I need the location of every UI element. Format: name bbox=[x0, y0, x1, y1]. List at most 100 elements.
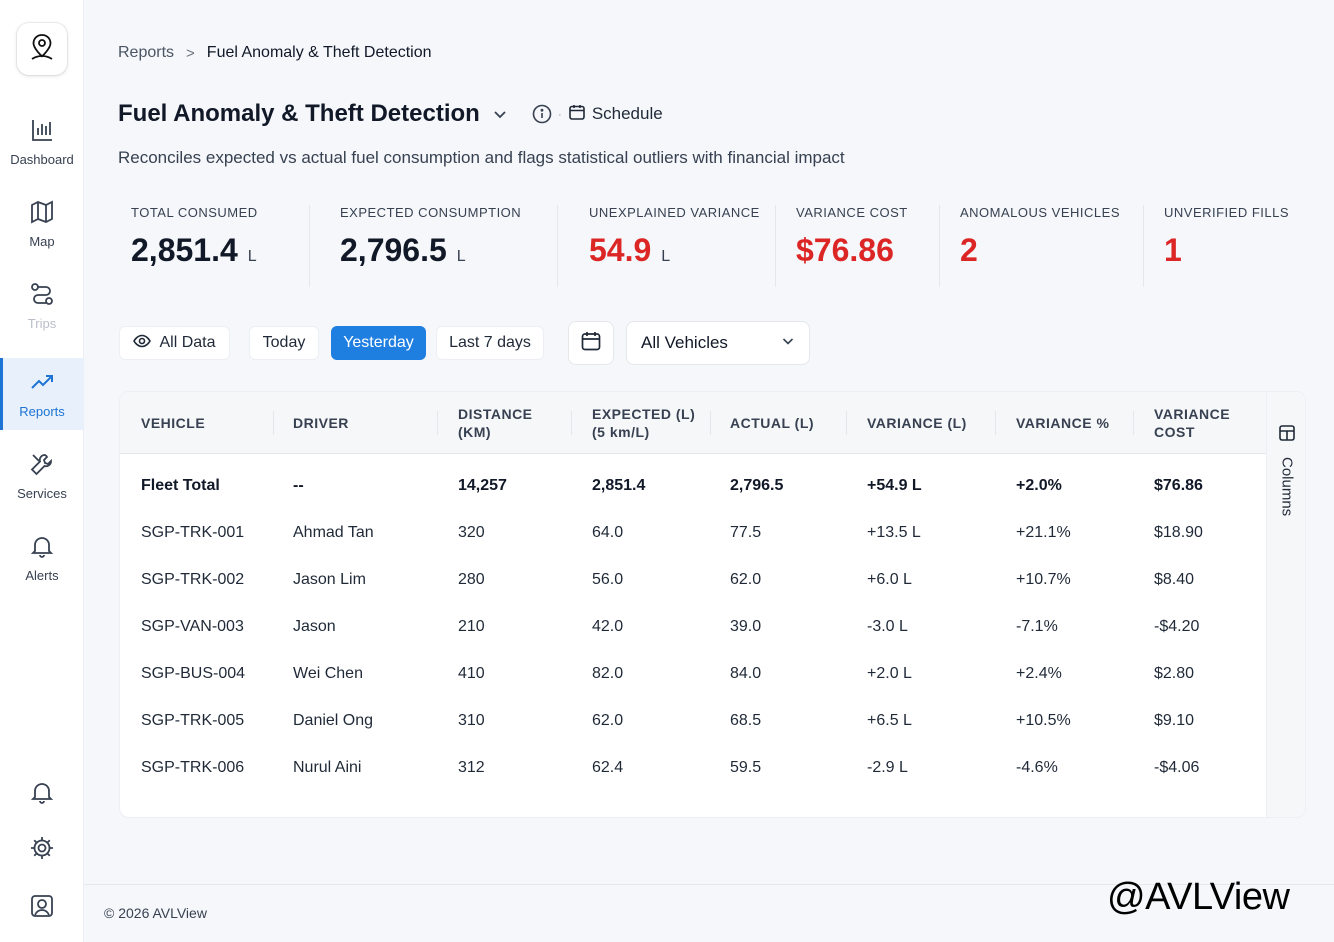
sidebar-item-services[interactable]: Services bbox=[0, 440, 84, 512]
columns-toggle-button[interactable]: Columns bbox=[1266, 392, 1305, 817]
cell-variance: -2.9 L bbox=[867, 758, 908, 776]
column-divider bbox=[273, 411, 274, 435]
cell-actual: 62.0 bbox=[730, 570, 762, 588]
cell-expected: 42.0 bbox=[592, 617, 624, 635]
kpi-value: $76.86 bbox=[796, 232, 894, 268]
fuel-variance-table-card: VEHICLE DRIVER DISTANCE (KM) EXPECTED (L)… bbox=[119, 391, 1306, 818]
cell-driver: Ahmad Tan bbox=[293, 523, 374, 541]
cell-actual: 39.0 bbox=[730, 617, 762, 635]
cell-vehicle: Fleet Total bbox=[141, 476, 220, 494]
sidebar-item-trips[interactable]: Trips bbox=[0, 270, 84, 342]
kpi-value: 54.9 L bbox=[589, 232, 671, 268]
cell-expected: 64.0 bbox=[592, 523, 624, 541]
cell-vehicle: SGP-BUS-004 bbox=[141, 664, 246, 682]
cell-variance-pct: +10.5% bbox=[1016, 711, 1071, 729]
app-logo[interactable] bbox=[17, 23, 67, 75]
column-header-distance[interactable]: DISTANCE (KM) bbox=[458, 392, 533, 454]
cell-variance-cost: $9.10 bbox=[1154, 711, 1195, 729]
bell-icon bbox=[29, 533, 55, 568]
table-row[interactable]: SGP-TRK-001 Ahmad Tan 320 64.0 77.5 +13.… bbox=[120, 509, 1266, 556]
column-header-expected[interactable]: EXPECTED (L) (5 km/L) bbox=[592, 392, 695, 454]
user-profile-icon[interactable] bbox=[29, 893, 55, 919]
filter-all-data-label: All Data bbox=[159, 334, 216, 351]
kpi-label: ANOMALOUS VEHICLES bbox=[960, 205, 1120, 220]
kpi-label: UNVERIFIED FILLS bbox=[1164, 205, 1290, 220]
cell-variance-cost: -$4.06 bbox=[1154, 758, 1200, 776]
sidebar-item-label: Alerts bbox=[25, 568, 59, 583]
calendar-icon bbox=[568, 103, 586, 126]
sidebar-item-alerts[interactable]: Alerts bbox=[0, 522, 84, 594]
cell-distance: 320 bbox=[458, 523, 485, 541]
sidebar-item-label: Dashboard bbox=[10, 152, 74, 167]
cell-variance-cost: -$4.20 bbox=[1154, 617, 1200, 635]
title-dropdown-chevron-icon[interactable] bbox=[492, 106, 508, 122]
schedule-button[interactable]: Schedule bbox=[568, 103, 663, 126]
filter-today-button[interactable]: Today bbox=[249, 326, 319, 360]
sidebar-item-label: Services bbox=[17, 486, 67, 501]
cell-variance: +13.5 L bbox=[867, 523, 921, 541]
title-row: Fuel Anomaly & Theft Detection · Schedul… bbox=[118, 100, 663, 128]
column-header-vehicle[interactable]: VEHICLE bbox=[141, 392, 205, 454]
kpi-value: 2,851.4 L bbox=[131, 232, 257, 268]
cell-distance: 410 bbox=[458, 664, 485, 682]
cell-expected: 82.0 bbox=[592, 664, 624, 682]
column-header-variance-cost[interactable]: VARIANCE COST bbox=[1154, 392, 1230, 454]
table-row[interactable]: SGP-BUS-004 Wei Chen 410 82.0 84.0 +2.0 … bbox=[120, 650, 1266, 697]
cell-driver: Jason bbox=[293, 617, 336, 635]
kpi-anomalous-vehicles: ANOMALOUS VEHICLES 2 bbox=[960, 205, 1120, 287]
cell-driver: -- bbox=[293, 476, 304, 494]
cell-variance: +6.5 L bbox=[867, 711, 912, 729]
table-row[interactable]: SGP-TRK-006 Nurul Aini 312 62.4 59.5 -2.… bbox=[120, 744, 1266, 791]
cell-variance-cost: $8.40 bbox=[1154, 570, 1195, 588]
filter-last-7-days-label: Last 7 days bbox=[449, 334, 531, 351]
page-title: Fuel Anomaly & Theft Detection bbox=[118, 100, 480, 127]
cell-vehicle: SGP-VAN-003 bbox=[141, 617, 244, 635]
column-header-variance-pct[interactable]: VARIANCE % bbox=[1016, 392, 1109, 454]
kpi-divider bbox=[1143, 205, 1144, 287]
cell-driver: Jason Lim bbox=[293, 570, 366, 588]
sidebar-item-dashboard[interactable]: Dashboard bbox=[0, 106, 84, 178]
filter-last-7-days-button[interactable]: Last 7 days bbox=[436, 326, 544, 360]
filter-all-data-button[interactable]: All Data bbox=[119, 326, 230, 360]
column-header-variance-l[interactable]: VARIANCE (L) bbox=[867, 392, 967, 454]
cell-actual: 68.5 bbox=[730, 711, 762, 729]
map-icon bbox=[29, 199, 55, 234]
table-row[interactable]: SGP-TRK-005 Daniel Ong 310 62.0 68.5 +6.… bbox=[120, 697, 1266, 744]
notification-bell-icon[interactable] bbox=[29, 779, 55, 805]
cell-expected: 2,851.4 bbox=[592, 476, 646, 494]
wrench-icon bbox=[29, 451, 55, 486]
sidebar-item-label: Reports bbox=[19, 404, 65, 419]
column-divider bbox=[995, 411, 996, 435]
vehicle-select[interactable]: All Vehicles bbox=[626, 321, 810, 365]
table-row[interactable]: SGP-VAN-003 Jason 210 42.0 39.0 -3.0 L -… bbox=[120, 603, 1266, 650]
sidebar-item-label: Map bbox=[29, 234, 55, 249]
cell-variance-pct: +21.1% bbox=[1016, 523, 1071, 541]
sidebar-item-map[interactable]: Map bbox=[0, 188, 84, 260]
column-header-actual[interactable]: ACTUAL (L) bbox=[730, 392, 814, 454]
cell-expected: 56.0 bbox=[592, 570, 624, 588]
cell-distance: 14,257 bbox=[458, 476, 507, 494]
cell-variance-pct: -7.1% bbox=[1016, 617, 1058, 635]
kpi-value: 1 bbox=[1164, 232, 1182, 268]
kpi-label: UNEXPLAINED VARIANCE bbox=[589, 205, 760, 220]
cell-actual: 77.5 bbox=[730, 523, 762, 541]
settings-gear-icon[interactable] bbox=[29, 835, 55, 861]
kpi-unexplained-variance: UNEXPLAINED VARIANCE 54.9 L bbox=[589, 205, 760, 287]
chevron-down-icon bbox=[781, 333, 795, 353]
breadcrumb-current: Fuel Anomaly & Theft Detection bbox=[206, 44, 432, 61]
cell-vehicle: SGP-TRK-002 bbox=[141, 570, 245, 588]
filter-yesterday-button[interactable]: Yesterday bbox=[331, 326, 426, 360]
cell-expected: 62.0 bbox=[592, 711, 624, 729]
breadcrumb-reports-link[interactable]: Reports bbox=[118, 44, 174, 62]
column-header-driver[interactable]: DRIVER bbox=[293, 392, 349, 454]
kpi-label: VARIANCE COST bbox=[796, 205, 908, 220]
column-divider bbox=[571, 411, 572, 435]
date-picker-button[interactable] bbox=[568, 321, 614, 365]
cell-driver: Daniel Ong bbox=[293, 711, 374, 729]
vehicle-select-value: All Vehicles bbox=[641, 333, 728, 352]
sidebar-item-reports[interactable]: Reports bbox=[0, 358, 84, 430]
cell-expected: 62.4 bbox=[592, 758, 624, 776]
table-row[interactable]: SGP-TRK-002 Jason Lim 280 56.0 62.0 +6.0… bbox=[120, 556, 1266, 603]
info-icon[interactable] bbox=[532, 104, 552, 124]
cell-vehicle: SGP-TRK-005 bbox=[141, 711, 245, 729]
